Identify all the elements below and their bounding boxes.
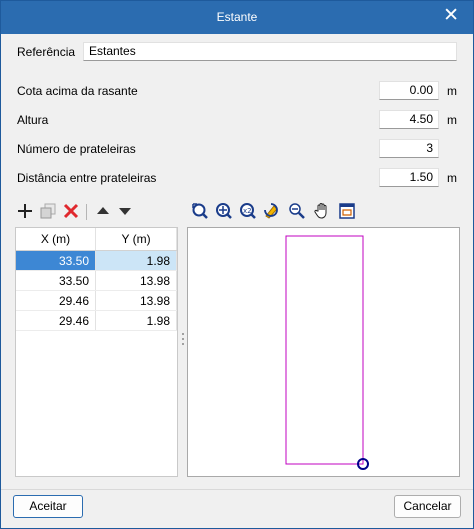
zoom-extents-icon[interactable]	[191, 202, 209, 220]
num-prateleiras-input[interactable]: 3	[379, 139, 439, 158]
plan-drawing	[285, 235, 369, 470]
referencia-label: Referência	[17, 45, 76, 59]
svg-text:x2: x2	[243, 207, 252, 215]
delete-icon[interactable]	[62, 202, 80, 220]
table-row[interactable]: 29.46 13.98	[16, 290, 177, 311]
regenerate-icon[interactable]	[263, 202, 281, 220]
title-bar: Estante ✕	[1, 1, 473, 34]
cota-input[interactable]: 0.00	[379, 81, 439, 100]
cell-y[interactable]: 13.98	[95, 290, 177, 311]
move-up-icon[interactable]	[94, 202, 112, 220]
accept-button[interactable]: Aceitar	[13, 495, 83, 518]
dialog-window: Estante ✕ Referência Estantes Cota acima…	[0, 0, 474, 529]
shelf-outline	[285, 235, 364, 465]
cancel-button[interactable]: Cancelar	[394, 495, 461, 518]
cell-y[interactable]: 1.98	[95, 310, 177, 331]
zoom-window-icon[interactable]	[215, 202, 233, 220]
add-icon[interactable]	[16, 202, 34, 220]
distancia-label: Distância entre prateleiras	[17, 171, 157, 185]
pan-icon[interactable]	[313, 202, 331, 220]
altura-label: Altura	[17, 113, 49, 127]
cell-x[interactable]: 29.46	[16, 310, 97, 331]
cota-unit: m	[447, 84, 457, 98]
close-icon[interactable]: ✕	[443, 6, 459, 26]
altura-unit: m	[447, 113, 457, 127]
toolbar-separator	[86, 204, 87, 220]
zoom-out-icon[interactable]	[288, 202, 306, 220]
copy-icon[interactable]	[39, 202, 57, 220]
column-header-y[interactable]: Y (m)	[95, 228, 177, 251]
altura-input[interactable]: 4.50	[379, 110, 439, 129]
coordinates-table: X (m) Y (m) 33.50 1.98 33.50 13.98 29.46…	[15, 227, 178, 477]
zoom-x2-icon[interactable]: x2	[239, 202, 257, 220]
move-down-icon[interactable]	[116, 202, 134, 220]
divider	[1, 489, 473, 490]
splitter-handle[interactable]	[182, 332, 184, 346]
cell-y[interactable]: 1.98	[95, 250, 177, 271]
num-prateleiras-label: Número de prateleiras	[17, 142, 136, 156]
cell-x[interactable]: 29.46	[16, 290, 97, 311]
cota-label: Cota acima da rasante	[17, 84, 138, 98]
cell-x[interactable]: 33.50	[16, 270, 97, 291]
referencia-input[interactable]: Estantes	[83, 42, 457, 61]
column-header-x[interactable]: X (m)	[16, 228, 97, 251]
distancia-unit: m	[447, 171, 457, 185]
dialog-title: Estante	[216, 10, 258, 24]
table-row[interactable]: 33.50 1.98	[16, 250, 177, 271]
cell-y[interactable]: 13.98	[95, 270, 177, 291]
distancia-input[interactable]: 1.50	[379, 168, 439, 187]
cell-x[interactable]: 33.50	[16, 250, 97, 271]
plan-view[interactable]	[187, 227, 460, 477]
table-row[interactable]: 29.46 1.98	[16, 310, 177, 331]
view-window-icon[interactable]	[338, 202, 356, 220]
table-row[interactable]: 33.50 13.98	[16, 270, 177, 291]
